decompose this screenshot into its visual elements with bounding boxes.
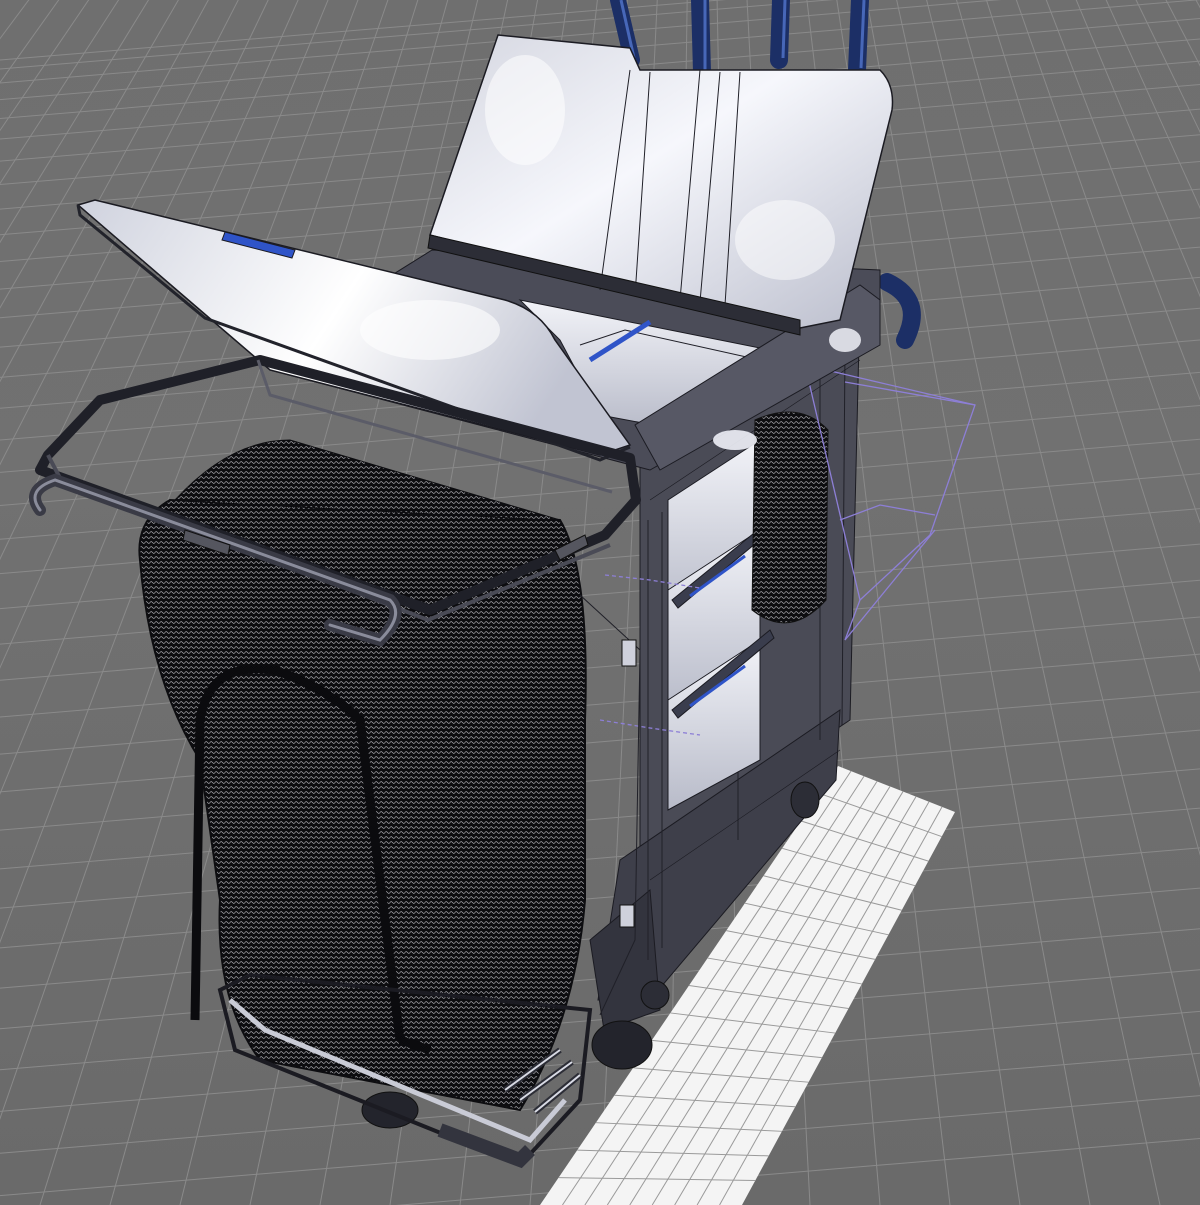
viewport-canvas[interactable] <box>0 0 1200 1205</box>
floor-grid-line <box>0 729 1200 831</box>
floor-grid-line <box>0 807 1200 909</box>
floor-grid-line <box>0 768 1200 870</box>
3d-viewport[interactable] <box>0 0 1200 1205</box>
rear-net-bag <box>751 411 829 624</box>
